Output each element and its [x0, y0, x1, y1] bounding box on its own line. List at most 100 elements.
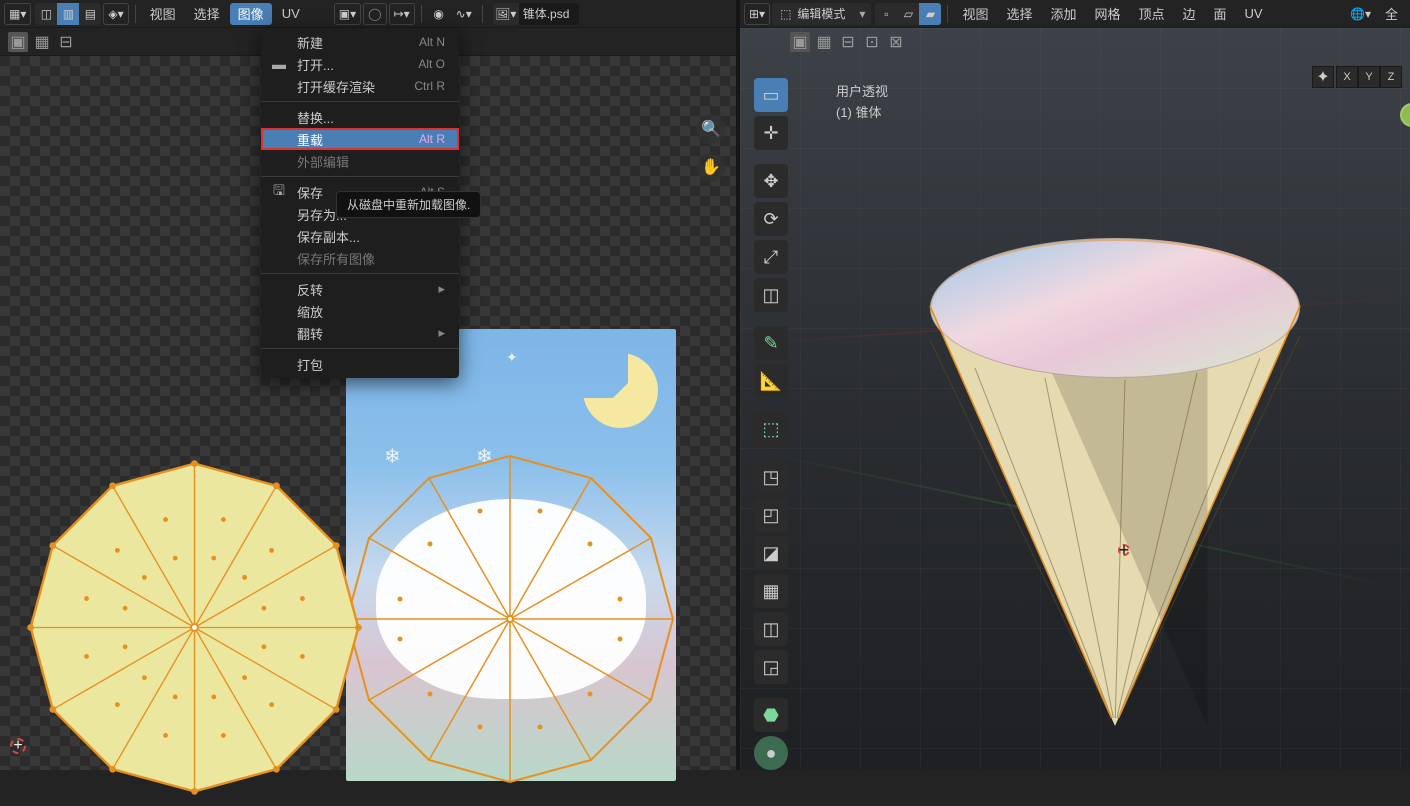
- zoom-icon[interactable]: 🔍: [696, 114, 726, 144]
- menu-select[interactable]: 选择: [186, 3, 228, 25]
- overlays-uv[interactable]: ◉: [428, 3, 450, 25]
- star-icon: ✦: [506, 349, 518, 366]
- menu-item-scale[interactable]: 缩放: [261, 300, 459, 322]
- mode-selector[interactable]: ⬚ 编辑模式: [772, 3, 871, 25]
- sel-tool-extend[interactable]: ▦: [32, 32, 52, 52]
- 3d-viewport[interactable]: ▣ ▦ ⊟ ⊡ ⊠ ✦ X Y Z 用户透视 (1) 锥体 ▭ ✛ ✥ ⟳ ⤢ …: [740, 28, 1410, 770]
- axis-x-btn[interactable]: X: [1336, 66, 1358, 88]
- menu-select-3d[interactable]: 选择: [998, 3, 1040, 25]
- spin-tool[interactable]: ⬣: [754, 698, 788, 732]
- menu-mesh[interactable]: 网格: [1086, 3, 1128, 25]
- orientation-btn[interactable]: 🌐▾: [1346, 3, 1375, 25]
- menu-separator: [261, 348, 459, 349]
- rotate-tool[interactable]: ⟳: [754, 202, 788, 236]
- sel-tool-diff[interactable]: ⊡: [862, 32, 882, 52]
- menu-image[interactable]: 图像: [230, 3, 272, 25]
- snap-btn[interactable]: ↦▾: [389, 3, 415, 25]
- cursor-tool[interactable]: ✛: [754, 116, 788, 150]
- menu-item-flip[interactable]: 翻转▸: [261, 322, 459, 344]
- menu-image-highlight-border: 图像: [230, 3, 272, 25]
- 3d-cursor[interactable]: [1110, 536, 1138, 564]
- image-icon: 🖼▾: [493, 3, 519, 25]
- vertex-select-mode[interactable]: ▫: [875, 3, 897, 25]
- axis-y-btn[interactable]: Y: [1358, 66, 1380, 88]
- move-tool[interactable]: ✥: [754, 164, 788, 198]
- measure-tool[interactable]: 📐: [754, 364, 788, 398]
- menu-uv-3d[interactable]: UV: [1237, 3, 1271, 25]
- menu-item-external-edit[interactable]: 外部编辑: [261, 150, 459, 172]
- smooth-tool[interactable]: ●: [754, 736, 788, 770]
- overlay-label[interactable]: 全: [1377, 3, 1406, 25]
- menu-item-open[interactable]: ▬打开...Alt O: [261, 53, 459, 75]
- chevron-right-icon: ▸: [438, 325, 445, 341]
- disp-3[interactable]: ▤: [79, 3, 101, 25]
- poly-build-tool[interactable]: ◲: [754, 650, 788, 684]
- cone-top-face: [930, 238, 1300, 378]
- sel-tool-ext[interactable]: ▦: [814, 32, 834, 52]
- uv-header: ▦▾ ◫ ▥ ▤ ◈▾ 视图 选择 图像 UV ▣▾ ◯ ↦▾ ◉ ∿▾ 🖼▾ …: [0, 0, 736, 28]
- menu-face[interactable]: 面: [1206, 3, 1235, 25]
- object-info-overlay: 用户透视 (1) 锥体: [836, 82, 888, 124]
- axis-z-btn[interactable]: Z: [1380, 66, 1402, 88]
- menu-view-3d[interactable]: 视图: [954, 3, 996, 25]
- menu-separator: [261, 176, 459, 177]
- face-select-mode[interactable]: ▰: [919, 3, 941, 25]
- bevel-tool[interactable]: ◪: [754, 536, 788, 570]
- menu-item-reload[interactable]: 重载Alt R: [261, 128, 459, 150]
- uv-island-cone-side[interactable]: [21, 454, 368, 801]
- sel-tool-int[interactable]: ⊠: [886, 32, 906, 52]
- linework[interactable]: ∿▾: [452, 3, 476, 25]
- selection-mode[interactable]: ▣▾: [334, 3, 361, 25]
- texture-image: ❄ ❄ ✦: [346, 329, 676, 781]
- sel-tool-box[interactable]: ▣: [8, 32, 28, 52]
- falloff-btn[interactable]: ◯: [363, 3, 386, 25]
- select-mode-toggles: ▫ ▱ ▰: [875, 3, 941, 25]
- extrude-tool[interactable]: ◳: [754, 460, 788, 494]
- edge-select-mode[interactable]: ▱: [897, 3, 919, 25]
- menu-item-pack[interactable]: 打包: [261, 353, 459, 375]
- selection-tool-strip: ▣ ▦ ⊟ ⊡ ⊠: [790, 32, 906, 52]
- menu-item-new[interactable]: 新建Alt N: [261, 31, 459, 53]
- editor-type-selector[interactable]: ▦▾: [4, 3, 31, 25]
- transform-tool[interactable]: ◫: [754, 278, 788, 312]
- add-mesh-tool[interactable]: ⬚: [754, 412, 788, 446]
- pivot-btn[interactable]: ◈▾: [103, 3, 128, 25]
- menu-item-replace[interactable]: 替换...: [261, 106, 459, 128]
- menu-item-open-cache[interactable]: 打开缓存渲染Ctrl R: [261, 75, 459, 97]
- save-icon: 🖫: [271, 180, 287, 204]
- disp-1[interactable]: ◫: [35, 3, 57, 25]
- image-name[interactable]: 锥体.psd: [519, 3, 580, 25]
- chevron-right-icon: ▸: [438, 281, 445, 297]
- menu-uv[interactable]: UV: [274, 3, 308, 25]
- pan-icon[interactable]: ✋: [696, 152, 726, 182]
- menu-add[interactable]: 添加: [1042, 3, 1084, 25]
- axis-gizmo-icon[interactable]: ✦: [1312, 66, 1334, 88]
- sel-tool-sub[interactable]: ⊟: [56, 32, 76, 52]
- scale-tool[interactable]: ⤢: [754, 240, 788, 274]
- annotate-tool[interactable]: ✎: [754, 326, 788, 360]
- menu-edge[interactable]: 边: [1175, 3, 1204, 25]
- inset-tool[interactable]: ◰: [754, 498, 788, 532]
- 2d-cursor[interactable]: [4, 732, 32, 760]
- 3d-header: ⊞▾ ⬚ 编辑模式 ▫ ▱ ▰ 视图 选择 添加 网格 顶点 边 面 UV 🌐▾…: [740, 0, 1410, 28]
- select-box-tool[interactable]: ▭: [754, 78, 788, 112]
- uv-island-outline: [344, 453, 676, 785]
- moon-illustration: [583, 353, 658, 428]
- sel-tool-sub[interactable]: ⊟: [838, 32, 858, 52]
- sel-tool-set[interactable]: ▣: [790, 32, 810, 52]
- mode-label: 编辑模式: [797, 5, 845, 22]
- menu-item-save-all[interactable]: 保存所有图像: [261, 247, 459, 269]
- menu-item-invert[interactable]: 反转▸: [261, 278, 459, 300]
- image-datablock[interactable]: 🖼▾ 锥体.psd: [493, 3, 580, 25]
- menu-view[interactable]: 视图: [142, 3, 184, 25]
- menu-separator: [261, 101, 459, 102]
- display-mode-toggles: ◫ ▥ ▤: [35, 3, 101, 25]
- menu-item-save-copy[interactable]: 保存副本...: [261, 225, 459, 247]
- loop-cut-tool[interactable]: ▦: [754, 574, 788, 608]
- cone-mesh[interactable]: [845, 238, 1385, 718]
- menu-vertex[interactable]: 顶点: [1131, 3, 1173, 25]
- menu-tooltip: 从磁盘中重新加载图像.: [336, 191, 481, 218]
- disp-2[interactable]: ▥: [57, 3, 79, 25]
- editor-type-selector[interactable]: ⊞▾: [744, 3, 770, 25]
- knife-tool[interactable]: ◫: [754, 612, 788, 646]
